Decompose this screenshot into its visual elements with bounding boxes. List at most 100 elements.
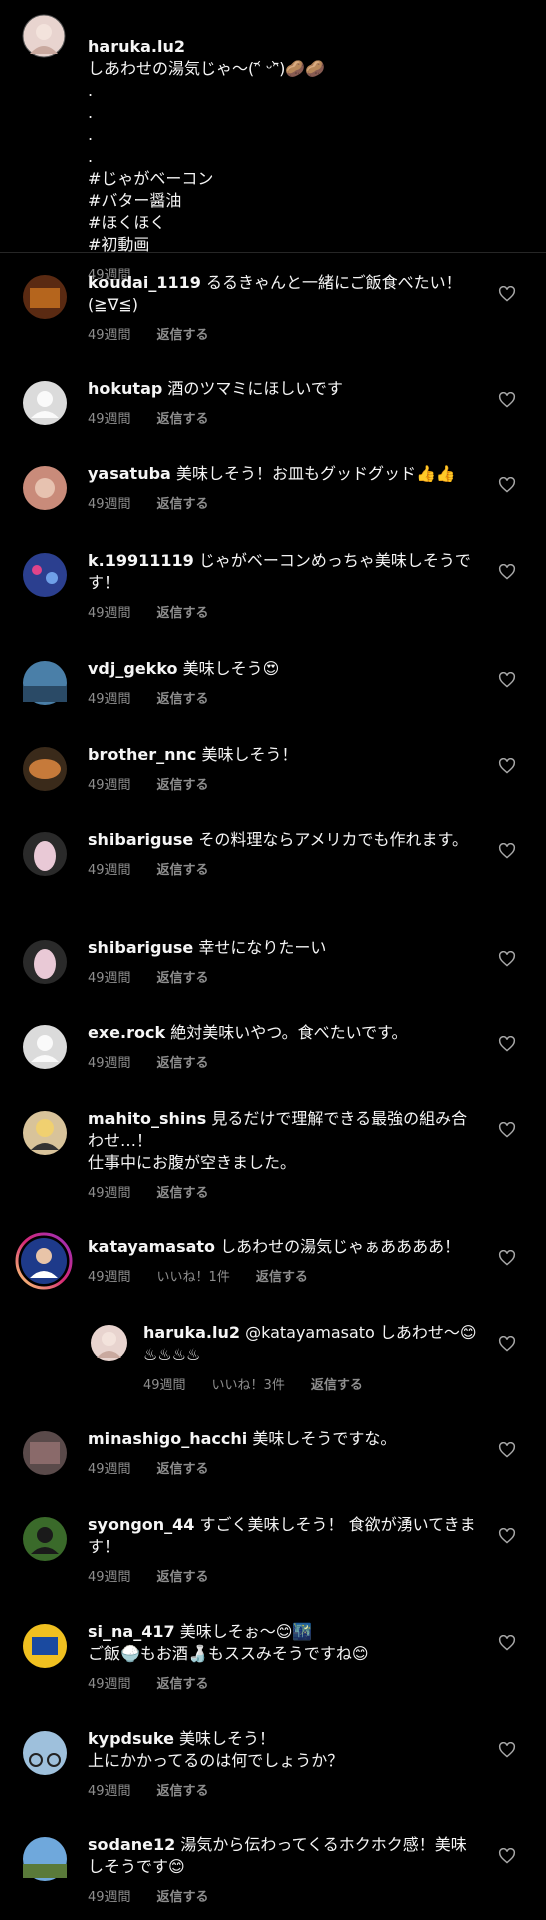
comment-avatar[interactable] <box>22 1623 68 1669</box>
comment-time: 49週間 <box>88 497 131 512</box>
like-heart-icon[interactable] <box>498 758 516 774</box>
like-heart-icon[interactable] <box>498 1250 516 1266</box>
comment-time: 49週間 <box>88 1570 131 1585</box>
comment-avatar[interactable] <box>22 1024 68 1070</box>
comment-avatar[interactable] <box>90 1324 128 1362</box>
like-heart-icon[interactable] <box>498 1742 516 1758</box>
comment-time: 49週間 <box>88 412 131 427</box>
reply-button[interactable]: 返信する <box>157 602 209 621</box>
reply-button[interactable]: 返信する <box>157 967 209 986</box>
comment-username[interactable]: mahito_shins <box>88 1109 206 1128</box>
comment-username[interactable]: yasatuba <box>88 464 171 483</box>
like-count[interactable]: いいね！1件 <box>157 1266 230 1285</box>
reply-button[interactable]: 返信する <box>157 1886 209 1905</box>
comment-username[interactable]: minashigo_hacchi <box>88 1429 247 1448</box>
comment-text: しあわせの湯気じゃぁああああ！ <box>220 1237 461 1256</box>
comment-avatar[interactable] <box>22 1430 68 1476</box>
comment-username[interactable]: k.19911119 <box>88 551 194 570</box>
comment-avatar[interactable] <box>22 380 68 426</box>
comment-username[interactable]: kypdsuke <box>88 1729 174 1748</box>
comment-username[interactable]: shibariguse <box>88 938 193 957</box>
reply-button[interactable]: 返信する <box>256 1266 308 1285</box>
reply-button[interactable]: 返信する <box>157 1458 209 1477</box>
comment-username[interactable]: exe.rock <box>88 1023 165 1042</box>
comment-text: 幸せになりたーい <box>198 938 327 957</box>
like-heart-icon[interactable] <box>498 843 516 859</box>
like-heart-icon[interactable] <box>498 564 516 580</box>
comment-time: 49週間 <box>88 328 131 343</box>
comment-time: 49週間 <box>88 1677 131 1692</box>
comment-avatar[interactable] <box>22 1836 68 1882</box>
caption-divider <box>0 252 546 253</box>
like-heart-icon[interactable] <box>498 1635 516 1651</box>
reply-button[interactable]: 返信する <box>157 324 209 343</box>
comment-avatar[interactable] <box>22 552 68 598</box>
reply-button[interactable]: 返信する <box>157 1780 209 1799</box>
comment-text: その料理ならアメリカでも作れます。 <box>198 830 468 849</box>
like-heart-icon[interactable] <box>498 672 516 688</box>
caption-username[interactable]: haruka.lu2 <box>88 37 185 56</box>
reply-button[interactable]: 返信する <box>157 1052 209 1071</box>
comment-avatar[interactable] <box>22 1110 68 1156</box>
comment-time: 49週間 <box>88 606 131 621</box>
reply-button[interactable]: 返信する <box>157 774 209 793</box>
comment-avatar[interactable] <box>22 939 68 985</box>
reply-button[interactable]: 返信する <box>157 1566 209 1585</box>
comment-time: 49週間 <box>88 1186 131 1201</box>
comment-avatar[interactable] <box>22 274 68 320</box>
comment-time: 49週間 <box>88 1056 131 1071</box>
like-heart-icon[interactable] <box>498 1442 516 1458</box>
reply-button[interactable]: 返信する <box>157 1182 209 1201</box>
comment-avatar[interactable] <box>22 660 68 706</box>
like-heart-icon[interactable] <box>498 1122 516 1138</box>
comment-username[interactable]: si_na_417 <box>88 1622 175 1641</box>
like-heart-icon[interactable] <box>498 477 516 493</box>
reply-button[interactable]: 返信する <box>157 688 209 707</box>
comment-text: 美味しそう！ <box>201 745 298 764</box>
comment-time: 49週間 <box>88 1270 131 1285</box>
like-heart-icon[interactable] <box>498 1036 516 1052</box>
comment-time: 49週間 <box>88 971 131 986</box>
comment-username[interactable]: brother_nnc <box>88 745 196 764</box>
like-heart-icon[interactable] <box>498 286 516 302</box>
reply-button[interactable]: 返信する <box>157 859 209 878</box>
reply-button[interactable]: 返信する <box>157 493 209 512</box>
comment-avatar[interactable] <box>22 746 68 792</box>
comment-time: 49週間 <box>88 692 131 707</box>
like-heart-icon[interactable] <box>498 1848 516 1864</box>
comment-text: 美味しそう😍 <box>182 659 280 678</box>
comment-time: 49週間 <box>88 1784 131 1799</box>
comment-text: 美味しそう！お皿もグッドグッド👍👍 <box>175 464 456 483</box>
comment-time: 49週間 <box>143 1378 186 1393</box>
like-count[interactable]: いいね！3件 <box>212 1374 285 1393</box>
comment-time: 49週間 <box>88 863 131 878</box>
comment-username[interactable]: koudai_1119 <box>88 273 201 292</box>
reply-button[interactable]: 返信する <box>157 1673 209 1692</box>
comment-text: 美味しそうですな。 <box>252 1429 397 1448</box>
comment-username[interactable]: hokutap <box>88 379 162 398</box>
comment-time: 49週間 <box>88 1890 131 1905</box>
comment-avatar[interactable] <box>22 1516 68 1562</box>
comment-avatar[interactable] <box>22 831 68 877</box>
caption-avatar[interactable] <box>22 14 66 58</box>
comment-text: 酒のツマミにほしいです <box>167 379 343 398</box>
like-heart-icon[interactable] <box>498 1528 516 1544</box>
comment-time: 49週間 <box>88 778 131 793</box>
comment-avatar[interactable] <box>15 1232 73 1290</box>
post-caption: haruka.lu2 しあわせの湯気じゃ〜(ᵔ᷄ ᵕᵔ᷅)🥔🥔 . . . . … <box>22 14 532 283</box>
comment-avatar[interactable] <box>22 465 68 511</box>
comment-username[interactable]: syongon_44 <box>88 1515 194 1534</box>
reply-button[interactable]: 返信する <box>311 1374 363 1393</box>
like-heart-icon[interactable] <box>498 951 516 967</box>
comment-text: 絶対美味いやつ。食べたいです。 <box>170 1023 408 1042</box>
comment-username[interactable]: vdj_gekko <box>88 659 178 678</box>
like-heart-icon[interactable] <box>498 392 516 408</box>
reply-button[interactable]: 返信する <box>157 408 209 427</box>
comment-avatar[interactable] <box>22 1730 68 1776</box>
comment-username[interactable]: haruka.lu2 <box>143 1323 240 1342</box>
like-heart-icon[interactable] <box>498 1336 516 1352</box>
comment-username[interactable]: sodane12 <box>88 1835 175 1854</box>
comment-username[interactable]: katayamasato <box>88 1237 215 1256</box>
comment-username[interactable]: shibariguse <box>88 830 193 849</box>
comment-time: 49週間 <box>88 1462 131 1477</box>
